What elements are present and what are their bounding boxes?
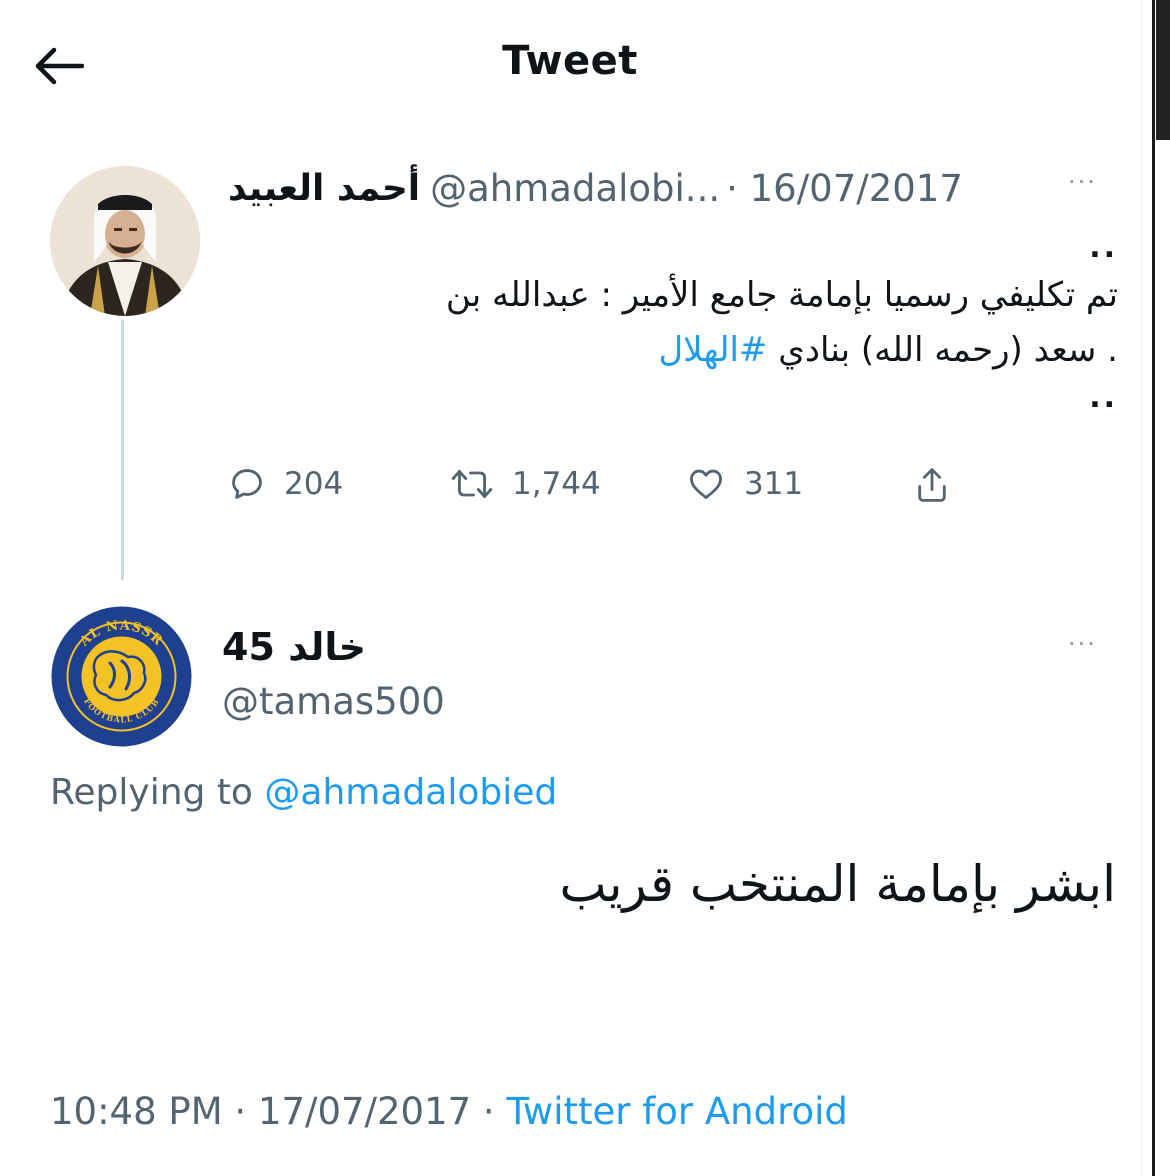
header-bar: Tweet (0, 0, 1140, 130)
avatar[interactable]: AL NASSR FOOTBALL CLUB (50, 605, 193, 748)
reply-author-handle[interactable]: @tamas500 (222, 680, 445, 723)
replying-to-line: Replying to @ahmadalobied (50, 772, 557, 813)
author-name[interactable]: أحمد العبيد (228, 168, 420, 209)
page-title: Tweet (502, 38, 638, 84)
share-icon (918, 468, 946, 502)
profile-photo-icon (50, 166, 200, 316)
tweet-actions: 204 1,744 311 (228, 465, 988, 525)
tweet-text-line-2: . سعد (رحمه الله) بنادي #الهلال (228, 323, 1118, 378)
al-nassr-logo-icon: AL NASSR FOOTBALL CLUB (51, 606, 192, 747)
tweet-meta: 10:48 PM · 17/07/2017 · Twitter for Andr… (50, 1090, 848, 1133)
more-options-icon[interactable]: ··· (1068, 630, 1097, 658)
avatar[interactable] (50, 166, 200, 316)
thread-connector-line (121, 320, 124, 580)
reply-button[interactable]: 204 (228, 465, 343, 503)
tweet-timestamp: 10:48 PM · 17/07/2017 · (50, 1090, 495, 1133)
more-options-icon[interactable]: ··· (1068, 168, 1097, 196)
tweet-text-line-2-text: . سعد (رحمه الله) بنادي (778, 330, 1118, 370)
retweet-icon (451, 470, 493, 498)
like-count: 311 (744, 466, 804, 502)
retweet-button[interactable]: 1,744 (450, 465, 601, 503)
tweet-text-dots: .. (1089, 230, 1118, 265)
share-button[interactable] (913, 465, 951, 505)
reply-author-name[interactable]: خالد 45 (222, 625, 366, 669)
reply-count: 204 (284, 466, 344, 502)
heart-icon (690, 469, 722, 499)
replying-to-label: Replying to (50, 772, 253, 813)
retweet-count: 1,744 (512, 466, 601, 502)
tweet-text: .. تم تكليفي رسميا بإمامة جامع الأمير : … (228, 228, 1118, 418)
reply-tweet-text: ابشر بإمامة المنتخب قريب (559, 855, 1116, 913)
tweet-header: أحمد العبيد @ahmadalobi... · 16/07/2017 (228, 163, 1028, 213)
tweet-text-dots: .. (1089, 380, 1118, 415)
top-edge-shade (1156, 0, 1170, 140)
like-button[interactable]: 311 (686, 465, 803, 503)
reply-icon (232, 469, 262, 499)
tweet-text-line-1: تم تكليفي رسميا بإمامة جامع الأمير : عبد… (445, 275, 1118, 315)
tweet-source-link[interactable]: Twitter for Android (506, 1090, 847, 1133)
hashtag-link[interactable]: #الهلال (658, 330, 767, 370)
replying-to-mention[interactable]: @ahmadalobied (264, 772, 557, 813)
tweet-date: · 16/07/2017 (726, 166, 963, 210)
right-frame-edge (1141, 0, 1170, 1176)
author-handle[interactable]: @ahmadalobi... (430, 167, 720, 210)
